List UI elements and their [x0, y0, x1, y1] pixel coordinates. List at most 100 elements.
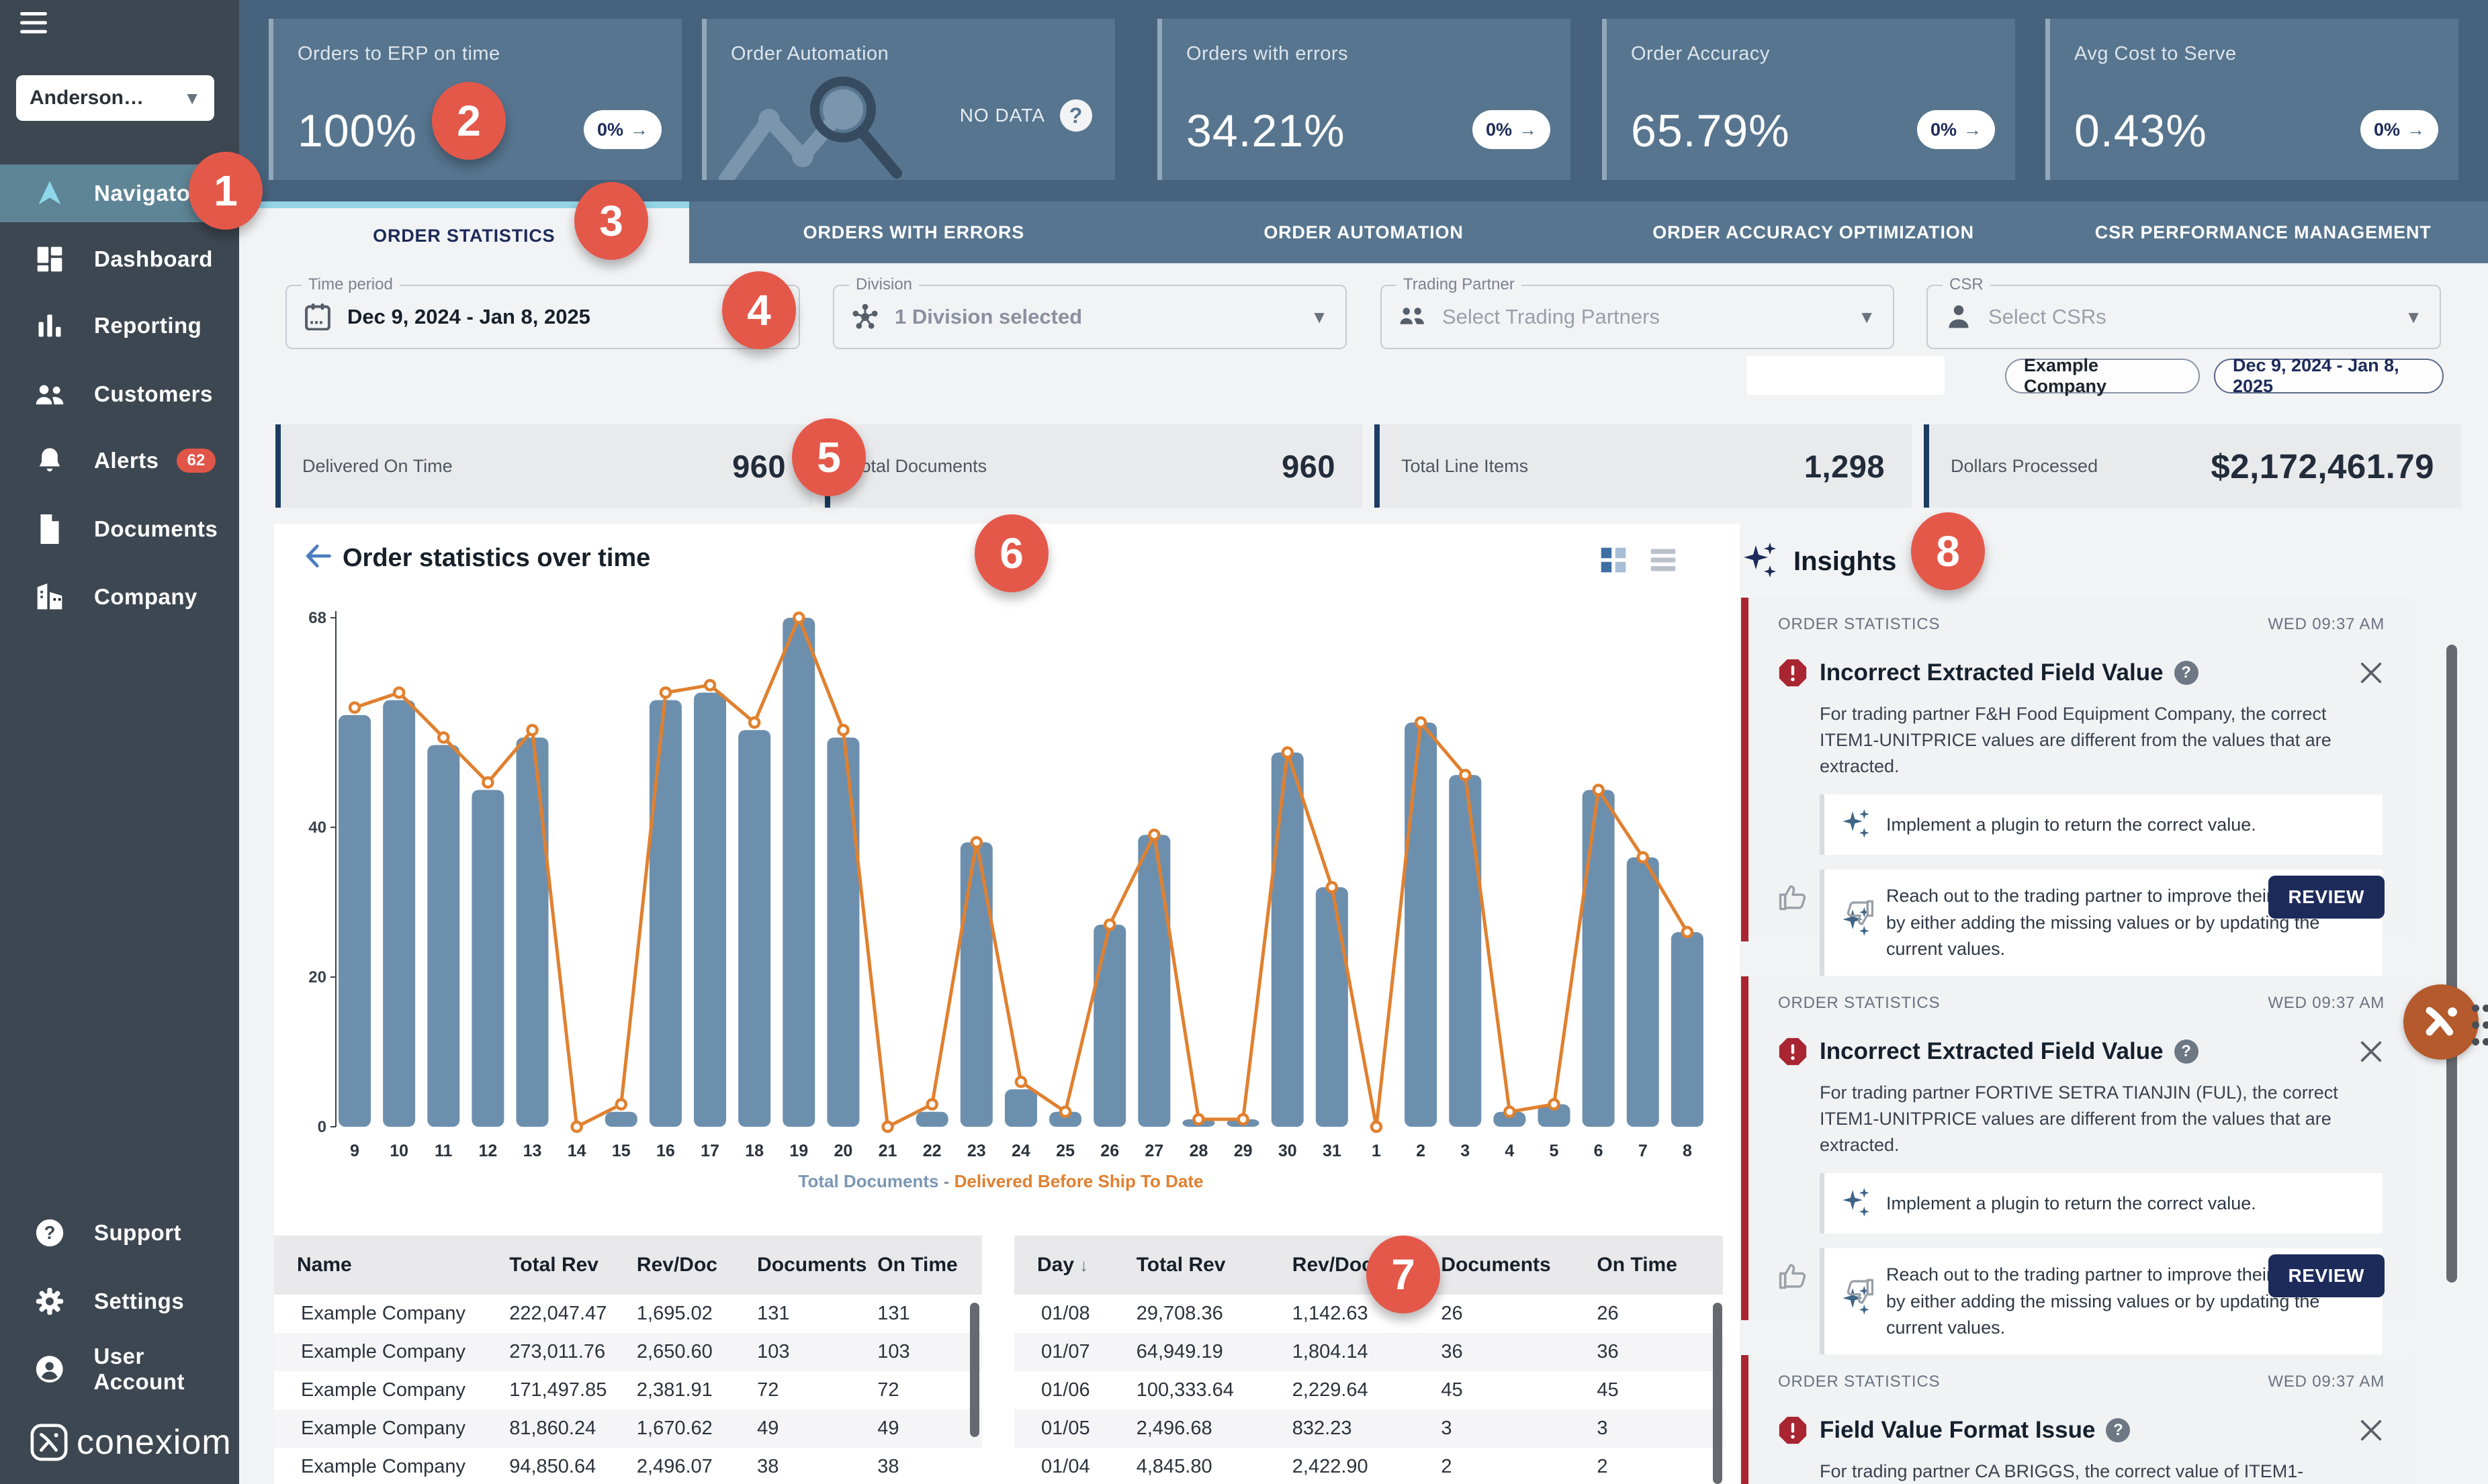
table-cell: 222,047.47 — [486, 1295, 614, 1333]
kpi-trend-button[interactable]: 0%→ — [1917, 110, 1995, 149]
tab-orders-with-errors[interactable]: ORDERS WITH ERRORS — [689, 201, 1139, 263]
arrow-right-icon: → — [1963, 120, 1982, 140]
column-header-label: On Time — [877, 1254, 957, 1276]
column-header-name[interactable]: Name — [274, 1236, 486, 1295]
filter-trading-partner[interactable]: Trading PartnerSelect Trading Partners▼ — [1380, 285, 1894, 349]
table-cell: 1,695.02 — [614, 1295, 734, 1333]
column-header-revdoc[interactable]: Rev/Doc — [614, 1236, 734, 1295]
thumb-up-icon[interactable] — [1778, 1260, 1809, 1291]
svg-text:20: 20 — [308, 968, 326, 986]
thumb-down-icon[interactable] — [1826, 1260, 1857, 1291]
alert-octagon-icon — [1778, 1037, 1808, 1066]
table-row[interactable]: 01/06100,333.642,229.644545 — [1014, 1371, 1723, 1409]
close-icon[interactable] — [2358, 659, 2385, 686]
sidebar-item-support[interactable]: ?Support — [0, 1204, 239, 1262]
table-cell: 2,650.60 — [614, 1333, 734, 1371]
sidebar-item-customers[interactable]: Customers — [0, 365, 239, 423]
kpi-trend-button[interactable]: 0%→ — [584, 110, 662, 149]
daily-table-scrollbar[interactable] — [1713, 1303, 1722, 1484]
thumb-up-icon[interactable] — [1778, 882, 1809, 913]
insight-card: ORDER STATISTICSWED 09:37 AMIncorrect Ex… — [1741, 598, 2413, 941]
column-header-documents[interactable]: Documents — [1418, 1236, 1574, 1295]
table-row[interactable]: Example Company94,850.642,496.073838 — [274, 1448, 982, 1484]
chip-label: Dec 9, 2024 - Jan 8, 2025 — [2233, 355, 2425, 397]
svg-text:24: 24 — [1012, 1142, 1030, 1160]
sidebar-item-alerts[interactable]: Alerts62 — [0, 432, 239, 490]
column-header-totalrev[interactable]: Total Rev — [1114, 1236, 1270, 1295]
stat-total-line-items: Total Line Items1,298 — [1374, 424, 1912, 508]
review-button[interactable]: REVIEW — [2268, 876, 2385, 919]
sidebar-item-settings[interactable]: Settings — [0, 1272, 239, 1330]
filter-division[interactable]: Division1 Division selected▼ — [833, 285, 1347, 349]
tab-order-accuracy-optimization[interactable]: ORDER ACCURACY OPTIMIZATION — [1589, 201, 2039, 263]
svg-text:1: 1 — [1372, 1142, 1381, 1160]
close-icon[interactable] — [2358, 1417, 2385, 1444]
table-row[interactable]: Example Company171,497.852,381.917272 — [274, 1371, 982, 1409]
sidebar-item-company[interactable]: Company — [0, 568, 239, 626]
sidebar-item-dashboard[interactable]: Dashboard — [0, 230, 239, 288]
table-row[interactable]: 01/0829,708.361,142.632626 — [1014, 1295, 1723, 1333]
sidebar-item-label: Alerts — [94, 448, 159, 473]
filter-value: 1 Division selected — [895, 305, 1082, 329]
column-header-ontime[interactable]: On Time — [854, 1236, 982, 1295]
filter-chip[interactable]: Dec 9, 2024 - Jan 8, 2025 — [2214, 359, 2444, 393]
help-circle-icon[interactable]: ? — [1060, 99, 1092, 132]
sidebar-item-label: User Account — [93, 1344, 239, 1395]
tab-order-automation[interactable]: ORDER AUTOMATION — [1139, 201, 1589, 263]
table-cell: 01/04 — [1014, 1448, 1114, 1484]
svg-text:9: 9 — [350, 1142, 359, 1160]
chevron-down-icon: ▼ — [183, 88, 201, 109]
review-button[interactable]: REVIEW — [2268, 1254, 2385, 1297]
sidebar-item-label: Dashboard — [94, 246, 213, 272]
list-view-icon[interactable] — [1648, 545, 1678, 575]
organization-selector[interactable]: Anderson… ▼ — [16, 75, 214, 121]
orders-over-time-chart[interactable]: 0204068910111213141516171819202122232425… — [287, 598, 1726, 1202]
column-header-totalrev[interactable]: Total Rev — [486, 1236, 614, 1295]
kpi-trend-button[interactable]: 0%→ — [1472, 110, 1550, 149]
sidebar-item-documents[interactable]: Documents — [0, 500, 239, 558]
table-cell: 2 — [1574, 1448, 1723, 1484]
partner-table-scrollbar[interactable] — [970, 1303, 979, 1437]
help-circle-icon[interactable]: ? — [2174, 661, 2198, 685]
table-row[interactable]: Example Company222,047.471,695.02131131 — [274, 1295, 982, 1333]
insight-timestamp: WED 09:37 AM — [2268, 615, 2385, 634]
column-header-documents[interactable]: Documents — [734, 1236, 854, 1295]
insights-scrollbar[interactable] — [2446, 645, 2457, 1283]
kpi-card-4: Order Accuracy65.79%0%→ — [1602, 19, 2015, 180]
svg-text:30: 30 — [1278, 1142, 1297, 1160]
tab-csr-performance-management[interactable]: CSR PERFORMANCE MANAGEMENT — [2038, 201, 2488, 263]
tab-label: ORDERS WITH ERRORS — [803, 222, 1024, 243]
close-icon[interactable] — [2358, 1038, 2385, 1065]
filter-label: Trading Partner — [1396, 275, 1521, 294]
column-header-label: Name — [297, 1254, 352, 1276]
table-cell: 36 — [1574, 1333, 1723, 1371]
kpi-trend-value: 0% — [1486, 120, 1512, 140]
filter-chip[interactable]: Example Company — [2005, 359, 2200, 393]
hamburger-menu-icon[interactable] — [20, 12, 47, 35]
help-circle-icon[interactable]: ? — [2174, 1039, 2198, 1064]
annotation-marker-3: 3 — [574, 182, 648, 260]
table-row[interactable]: Example Company81,860.241,670.624949 — [274, 1409, 982, 1448]
help-circle-icon[interactable]: ? — [2106, 1418, 2130, 1442]
conexiom-assistant-button[interactable] — [2403, 984, 2479, 1060]
sidebar-item-user-account[interactable]: User Account — [0, 1340, 239, 1398]
column-header-day[interactable]: Day↓ — [1014, 1236, 1114, 1295]
table-row[interactable]: 01/044,845.802,422.9022 — [1014, 1448, 1723, 1484]
table-cell: Example Company — [274, 1333, 486, 1371]
svg-text:25: 25 — [1056, 1142, 1075, 1160]
table-cell: 94,850.64 — [486, 1448, 614, 1484]
grid-view-icon[interactable] — [1599, 545, 1628, 575]
table-cell: Example Company — [274, 1448, 486, 1484]
insight-footer: REVIEW — [1778, 876, 2385, 919]
column-header-ontime[interactable]: On Time — [1574, 1236, 1723, 1295]
table-row[interactable]: 01/052,496.68832.2333 — [1014, 1409, 1723, 1448]
kpi-trend-button[interactable]: 0%→ — [2360, 110, 2438, 149]
table-row[interactable]: 01/0764,949.191,804.143636 — [1014, 1333, 1723, 1371]
thumb-down-icon[interactable] — [1826, 882, 1857, 913]
alert-octagon-icon — [1778, 658, 1808, 688]
filter-csr[interactable]: CSRSelect CSRs▼ — [1926, 285, 2441, 349]
table-row[interactable]: Example Company273,011.762,650.60103103 — [274, 1333, 982, 1371]
sidebar-item-reporting[interactable]: Reporting — [0, 297, 239, 355]
arrow-right-icon: → — [2407, 120, 2425, 140]
back-arrow-icon[interactable] — [304, 541, 333, 571]
